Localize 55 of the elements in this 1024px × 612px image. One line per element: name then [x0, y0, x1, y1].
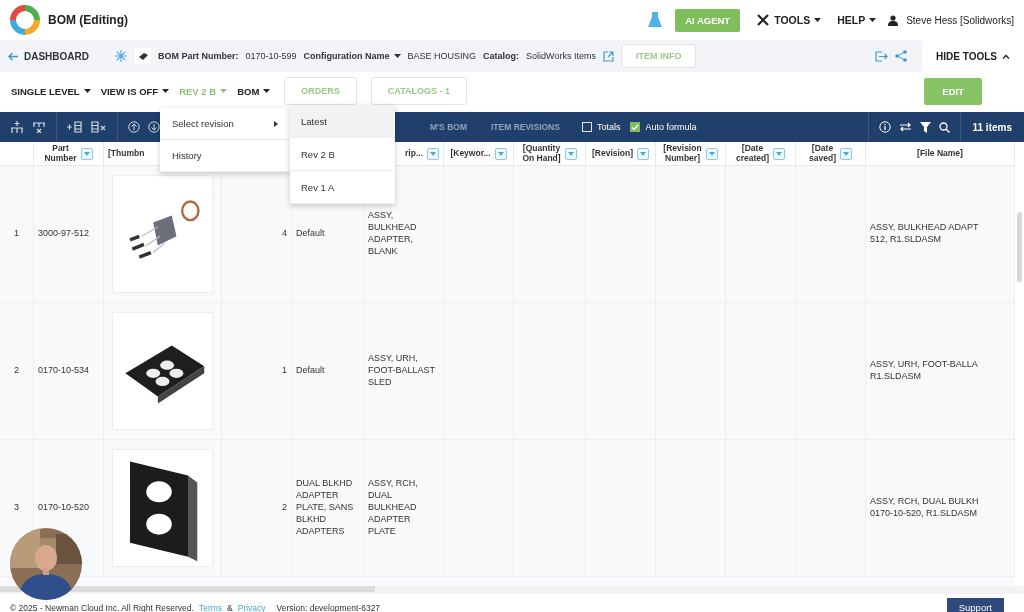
- menu-item[interactable]: History: [160, 140, 290, 172]
- part-number-cell: 0170-10-520: [38, 502, 90, 514]
- column-header-label: [File Name]: [917, 148, 963, 159]
- option-checkbox[interactable]: Auto formula: [630, 122, 697, 132]
- hide-tools-button[interactable]: HIDE TOOLS: [922, 40, 1024, 72]
- column-header-label: [Date saved]: [809, 143, 836, 164]
- configuration-cell: Default: [296, 228, 325, 240]
- part-number-cell: 3000-97-512: [38, 228, 90, 240]
- separator-text: &: [227, 602, 233, 612]
- configuration-value: BASE HOUSING: [407, 51, 477, 61]
- nav-menu[interactable]: HELP: [833, 14, 881, 26]
- column-header-label: [Date created]: [735, 143, 770, 164]
- field-label: BOM Part Number:: [158, 51, 239, 61]
- file-name-cell: ASSY, BULKHEAD ADAPT 512, R1.SLDASM: [870, 222, 979, 246]
- view-dropdown[interactable]: VIEW IS OFF: [100, 85, 170, 97]
- copyright-text: © 2025 - Newman Cloud Inc. All Right Reserved.: [10, 602, 194, 612]
- column-header-label: [Keywor...: [450, 148, 491, 159]
- revision-option[interactable]: Latest: [290, 105, 395, 138]
- configuration-dropdown[interactable]: Configuration Name: [303, 51, 401, 61]
- revision-option[interactable]: Rev 1 A: [290, 171, 395, 204]
- column-header-label: [Quantity On Hand]: [522, 143, 561, 164]
- nav-menu[interactable]: TOOLS: [752, 13, 826, 27]
- configuration-cell: Default: [296, 365, 325, 377]
- part-number-value: 0170-10-599: [245, 51, 297, 61]
- version-text: Version: development-6327: [276, 602, 381, 612]
- option-checkbox[interactable]: Totals: [581, 122, 621, 132]
- quantity-cell: 1: [282, 365, 287, 377]
- file-name-cell: ASSY, RCH, DUAL BULKH 0170-10-520, R1.SLDASM: [870, 496, 979, 520]
- field-label: Catalog:: [483, 51, 520, 61]
- view-dropdown[interactable]: BOM: [237, 85, 271, 97]
- dashboard-link[interactable]: DASHBOARD: [8, 50, 89, 62]
- part-number-cell: 0170-10-534: [38, 365, 90, 377]
- menu-item[interactable]: Select revision: [160, 108, 290, 140]
- row-number: 3: [14, 502, 19, 514]
- page-title: BOM (Editing): [48, 13, 128, 27]
- description-cell-text: ASSY, RCH, DUAL BULKHEAD ADAPTER PLATE: [368, 478, 419, 538]
- view-dropdown[interactable]: SINGLE LEVEL: [11, 85, 91, 97]
- description-cell-text: ASSY, BULKHEAD ADAPTER, BLANK: [368, 210, 418, 258]
- row-number: 1: [14, 228, 19, 240]
- column-header-label: [Revision Number]: [663, 143, 702, 164]
- quantity-cell: 4: [282, 228, 287, 240]
- column-header-label: [Thumbn: [108, 148, 145, 159]
- column-header-label: Part Number: [44, 143, 77, 164]
- file-name-cell: ASSY, URH, FOOT-BALLA R1.SLDASM: [870, 359, 978, 383]
- catalog-value: SolidWorks Items: [526, 51, 596, 61]
- quantity-cell: 2: [282, 502, 287, 514]
- user-name[interactable]: Steve Hess [Solidworks]: [906, 14, 1014, 26]
- table-tab[interactable]: M'S BOM: [418, 122, 479, 132]
- row-number: 2: [14, 365, 19, 377]
- revision-option[interactable]: Rev 2 B: [290, 138, 395, 171]
- table-tab[interactable]: ITEM REVISIONS: [478, 122, 572, 132]
- column-header-label: rip...: [405, 148, 423, 159]
- configuration-cell-text: DUAL BLKHD ADAPTER PLATE, SANS BLKHD ADAPTERS: [296, 478, 355, 538]
- description-cell-text: ASSY, URH, FOOT-BALLAST SLED: [368, 353, 436, 389]
- column-header-label: [Revision]: [591, 148, 634, 159]
